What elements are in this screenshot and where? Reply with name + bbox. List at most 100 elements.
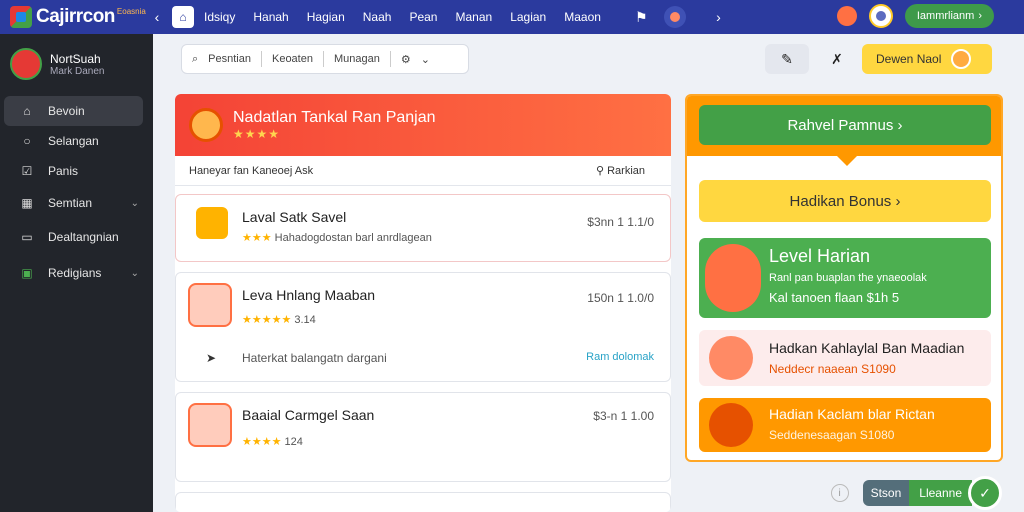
chevron-right-icon[interactable]: ›	[710, 9, 728, 25]
top-nav-item[interactable]: Lagian	[510, 10, 546, 24]
panel-header: Nadatlan Tankal Ran Panjan ★★★★	[175, 94, 671, 156]
home-icon: ⌂	[23, 104, 31, 118]
list-item[interactable]	[175, 492, 671, 512]
bonus-button[interactable]: Hadikan Bonus ›	[699, 180, 991, 222]
carrot-icon	[709, 403, 753, 447]
item-price: 150n 1 1.0/0	[587, 291, 654, 305]
fox-icon	[188, 283, 232, 327]
fox-icon	[705, 244, 761, 312]
profile-name: NortSuah	[50, 51, 101, 66]
settings-icon[interactable]: ⚙	[401, 53, 411, 66]
sort-control[interactable]: ⚲ Rarkian	[596, 164, 645, 177]
rating-stars: ★★★★★	[242, 314, 292, 326]
sort-label: Rarkian	[607, 165, 645, 177]
panel-subbar: Haneyar fan Kaneoej Ask ⚲ Rarkian	[175, 156, 671, 186]
list-item[interactable]: Baaial Carmgel Saan ★★★★ 124 $3-n 1 1.00	[175, 392, 671, 482]
tool-button[interactable]: ✗	[815, 44, 859, 74]
promo-title: Hadian Kaclam blar Rictan	[769, 406, 935, 422]
promo-title: Level Harian	[769, 246, 871, 266]
filter-item[interactable]: Munagan	[334, 53, 380, 65]
sidebar-item-label: Redigians	[48, 266, 102, 280]
flag-icon[interactable]: ⚑	[635, 9, 648, 26]
sidebar-profile[interactable]: NortSuah Mark Danen	[0, 34, 153, 94]
user-action-button[interactable]: Dewen Naol	[862, 44, 992, 74]
sidebar-item-check[interactable]: ☑ Panis	[4, 156, 143, 186]
search-icon: ○	[23, 134, 31, 148]
promo-card[interactable]: Level Harian Ranl pan buaplan the ynaeoo…	[699, 238, 991, 318]
user-avatar[interactable]	[868, 4, 893, 28]
pin-icon: ✎	[781, 50, 793, 67]
check-box-icon: ☑	[21, 164, 33, 178]
divider	[322, 51, 324, 67]
sidebar-item-label: Panis	[48, 164, 79, 178]
promo-line: Seddenesaagan S1080	[769, 428, 895, 442]
s-button-label: Stson	[870, 486, 902, 500]
top-nav-item[interactable]: Naah	[363, 10, 392, 24]
profile-subtitle: Mark Danen	[50, 65, 105, 77]
sidebar-item-calendar[interactable]: ▦ Semtian ⌄	[4, 188, 143, 218]
sidebar-item-green[interactable]: ▣ Redigians ⌄	[4, 258, 143, 288]
chevron-right-icon: ›	[893, 116, 903, 134]
item-price: $3-n 1 1.00	[593, 409, 654, 423]
promo-card[interactable]: Hadian Kaclam blar Rictan Seddenesaagan …	[699, 398, 991, 452]
trophy-icon	[189, 108, 223, 142]
tool-button[interactable]: ✎	[765, 44, 809, 74]
item-rating: 3.14	[294, 314, 316, 326]
info-icon[interactable]: i	[830, 484, 849, 502]
chevron-right-icon: ›	[891, 192, 901, 210]
top-nav-item[interactable]: Hagian	[307, 10, 345, 24]
item-subtitle: Hahadogdostan barl anrdlagean	[274, 232, 432, 244]
bonus-panel-header: Rahvel Pamnus ›	[687, 96, 1001, 166]
item-note: Haterkat balangatn dargani	[242, 351, 387, 365]
top-nav-item[interactable]: Pean	[409, 10, 437, 24]
user-menu-button[interactable]: Iammrlianm ›	[904, 4, 994, 28]
cta-label: Rahvel Pamnus	[787, 116, 894, 134]
divider	[260, 51, 262, 67]
sidebar-item-search[interactable]: ○ Selangan	[4, 126, 143, 156]
brand-logo[interactable]: Cajirrcon Eoasnia	[0, 0, 148, 34]
logo-sub: Eoasnia	[116, 7, 146, 16]
chevron-down-icon[interactable]: ⌄	[421, 53, 430, 66]
promo-card[interactable]: Hadkan Kahlaylal Ban Maadian Neddecr naa…	[699, 330, 991, 386]
rating-stars: ★★★	[242, 232, 272, 244]
s-button[interactable]: Stson	[862, 480, 910, 506]
arrow-icon: ➤	[206, 351, 217, 365]
filter-item[interactable]: Pesntian	[208, 53, 251, 65]
bonus-label: Hadikan Bonus	[789, 192, 892, 210]
list-item[interactable]: Laval Satk Savel ★★★ Hahadogdostan barl …	[175, 194, 671, 262]
home-icon[interactable]: ⌂	[172, 6, 194, 28]
calendar-icon: ▦	[21, 196, 33, 210]
list-item[interactable]: Leva Hnlang Maaban ★★★★★ 3.14 150n 1 1.0…	[175, 272, 671, 382]
top-nav-item[interactable]: Maaon	[564, 10, 601, 24]
chevron-left-icon[interactable]: ‹	[148, 9, 166, 25]
logo-text: Cajirrcon	[36, 6, 115, 27]
l-button[interactable]: Lleanne	[909, 480, 972, 506]
sidebar-item-home[interactable]: ⌂ Bevoin	[4, 96, 143, 126]
document-icon: ▭	[21, 230, 33, 244]
sidebar: NortSuah Mark Danen ⌂ Bevoin ○ Selangan …	[0, 34, 153, 512]
sidebar-item-document[interactable]: ▭ Dealtangnian	[4, 222, 143, 252]
subbar-text: Haneyar fan Kaneoej Ask	[189, 164, 314, 177]
filter-icon: ⚲	[595, 165, 608, 177]
sidebar-item-label: Selangan	[48, 134, 99, 148]
item-title: Baaial Carmgel Saan	[242, 407, 375, 423]
item-title: Laval Satk Savel	[242, 209, 347, 225]
item-link[interactable]: Ram dolomak	[586, 351, 654, 363]
filter-item[interactable]: Keoaten	[272, 53, 313, 65]
logo-icon	[10, 6, 32, 28]
chevron-right-icon: ›	[978, 10, 982, 22]
food-icon	[709, 336, 753, 380]
level-bonus-button[interactable]: Rahvel Pamnus ›	[699, 105, 991, 145]
fox-icon[interactable]	[836, 6, 857, 26]
search-icon: ⌕	[192, 52, 199, 65]
top-nav-item[interactable]: Idsiqy	[204, 10, 235, 24]
check-icon[interactable]: ✓	[968, 476, 1002, 510]
top-nav-item[interactable]: Hanah	[253, 10, 288, 24]
top-nav-item[interactable]: Manan	[455, 10, 492, 24]
bonus-panel: Rahvel Pamnus › Hadikan Bonus › Level Ha…	[685, 94, 1003, 462]
user-action-label: Dewen Naol	[876, 52, 942, 66]
sidebar-item-label: Semtian	[48, 196, 93, 210]
avatar-small[interactable]	[663, 6, 686, 28]
level-list-panel: Nadatlan Tankal Ran Panjan ★★★★ Haneyar …	[175, 94, 671, 512]
filter-bar: ⌕ Pesntian Keoaten Munagan ⚙ ⌄	[181, 44, 469, 74]
